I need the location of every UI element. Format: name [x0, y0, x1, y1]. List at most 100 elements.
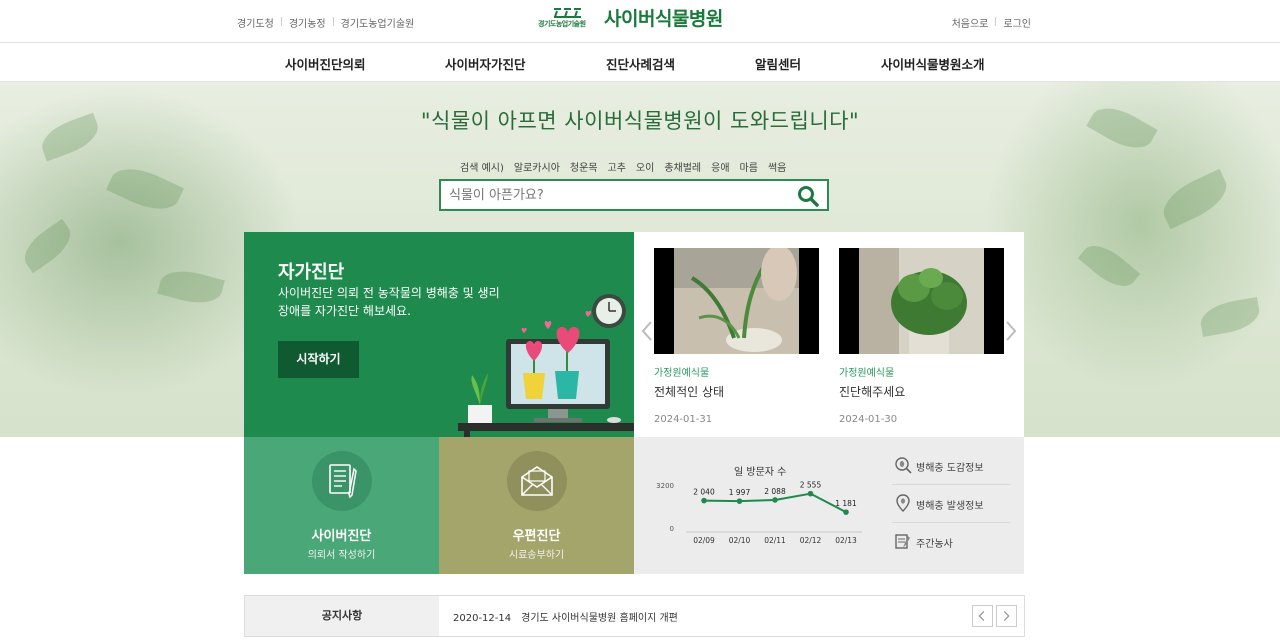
quick-link-pest-encyclopedia[interactable]: 병해충 도감정보 [892, 447, 1010, 485]
suggest-term[interactable]: 총채벌레 [664, 159, 701, 174]
suggest-term[interactable]: 알로카시아 [514, 159, 560, 174]
notebook-pen-icon [895, 534, 910, 549]
suggest-term[interactable]: 마름 [740, 159, 758, 174]
nav-case-search[interactable]: 진단사례검색 [606, 54, 675, 73]
map-pin-bug-icon [896, 494, 910, 512]
x-tick-label: 02/11 [764, 536, 786, 545]
login-link[interactable]: 로그인 [1003, 15, 1031, 30]
top-bar: 경기도청 경기농정 경기도농업기술원 경기도농업기술원 사이버식물병원 처음으로… [0, 0, 1280, 42]
chevron-left-icon [978, 611, 985, 621]
x-tick-label: 02/13 [835, 536, 857, 545]
quick-link-pest-occurrence[interactable]: 병해충 발생정보 [892, 485, 1010, 523]
background-leaf [1077, 236, 1141, 296]
plant-photo [859, 248, 984, 354]
top-links: 경기도청 경기농정 경기도농업기술원 [237, 15, 414, 30]
case-category: 가정원예식물 [654, 368, 710, 379]
tile-title: 우편진단 [512, 529, 561, 544]
case-card[interactable]: 가정원예식물 진단해주세요 2024-01-30 [839, 248, 1004, 425]
notice-next-button[interactable] [996, 605, 1017, 627]
search-icon[interactable] [797, 185, 819, 207]
data-point [736, 498, 743, 504]
link-gyeonggi-agri-policy[interactable]: 경기농정 [289, 15, 326, 30]
data-label: 1 181 [835, 499, 857, 508]
visitor-line-chart: 3200 0 2 040 02/09 1 997 02/10 2 088 02/11 2 555… [656, 481, 862, 545]
divider [332, 17, 334, 26]
case-title: 전체적인 상태 [654, 385, 725, 399]
nav-cyber-self-diagnosis[interactable]: 사이버자가진단 [445, 54, 526, 73]
background-leaf [1197, 297, 1263, 337]
suggest-term[interactable]: 썩음 [768, 159, 786, 174]
background-leaf [16, 218, 79, 274]
logo-mark-icon [554, 7, 581, 18]
data-label: 2 555 [800, 481, 822, 490]
x-tick-label: 02/12 [800, 536, 822, 545]
data-label: 2 040 [693, 488, 715, 497]
background-leaf [1156, 168, 1234, 230]
notice-title: 경기도 사이버식물병원 홈페이지 개편 [521, 613, 678, 624]
y-tick-label: 0 [670, 525, 674, 533]
self-diagnosis-title: 자가진단 [278, 262, 345, 283]
case-category: 가정원예식물 [839, 368, 895, 379]
notice-bar: 공지사항 2020-12-14 경기도 사이버식물병원 홈페이지 개편 [244, 595, 1025, 637]
plant-photo [674, 248, 799, 354]
y-tick-label: 3200 [656, 482, 674, 490]
suggest-term[interactable]: 오이 [636, 159, 654, 174]
site-title: 사이버식물병원 [604, 8, 723, 30]
data-point [807, 490, 814, 497]
nav-notice-center[interactable]: 알림센터 [755, 54, 801, 73]
quick-link-weekly-farming[interactable]: 주간농사 [892, 523, 1010, 561]
link-gyeonggi-province[interactable]: 경기도청 [237, 15, 274, 30]
suggest-term[interactable]: 고추 [608, 159, 626, 174]
case-card[interactable]: 가정원예식물 전체적인 상태 2024-01-31 [654, 248, 819, 425]
document-pen-icon [312, 451, 372, 511]
search-suggestions: 검색 예시) 알로카시아 청운목 고추 오이 총채벌레 응애 마름 썩음 [460, 159, 786, 174]
suggest-label: 검색 예시) [460, 163, 504, 174]
notice-item[interactable]: 2020-12-14 경기도 사이버식물병원 홈페이지 개편 [453, 609, 678, 624]
case-thumbnail [839, 248, 1004, 354]
quick-link-label: 병해충 도감정보 [916, 463, 984, 474]
data-point [701, 497, 707, 504]
logo-org-name: 경기도농업기술원 [538, 19, 586, 28]
quick-link-label: 병해충 발생정보 [916, 501, 984, 512]
main-nav: 사이버진단의뢰 사이버자가진단 진단사례검색 알림센터 사이버식물병원소개 [0, 42, 1280, 82]
search-box [439, 179, 829, 211]
self-diagnosis-panel: 자가진단 사이버진단 의뢰 전 농작물의 병해충 및 생리장애를 자가진단 해보… [244, 232, 634, 437]
x-tick-label: 02/09 [693, 536, 715, 545]
background-leaf [106, 158, 184, 220]
link-gyeonggi-agri-tech[interactable]: 경기도농업기술원 [341, 15, 415, 30]
notice-label: 공지사항 [245, 596, 439, 636]
chevron-right-icon[interactable] [1004, 320, 1018, 342]
chart-title: 일 방문자 수 [734, 467, 787, 478]
nav-cyber-diagnosis-request[interactable]: 사이버진단의뢰 [285, 54, 366, 73]
suggest-term[interactable]: 청운목 [570, 159, 598, 174]
chevron-left-icon[interactable] [640, 320, 654, 342]
start-self-diagnosis-button[interactable]: 시작하기 [278, 341, 359, 378]
site-logo[interactable]: 경기도농업기술원 사이버식물병원 [538, 4, 723, 31]
search-input[interactable] [441, 181, 781, 209]
case-date: 2024-01-31 [654, 414, 713, 425]
background-leaf [157, 264, 225, 310]
quick-link-label: 주간농사 [916, 539, 953, 550]
divider [995, 17, 997, 26]
divider [280, 17, 282, 26]
data-label: 2 088 [764, 487, 786, 496]
computer-plants-illustration [458, 294, 634, 437]
data-label: 1 997 [729, 488, 751, 497]
data-point [772, 497, 778, 503]
magnifier-bug-icon [895, 457, 912, 474]
case-thumbnail [654, 248, 819, 354]
x-tick-label: 02/10 [729, 536, 751, 545]
mail-diagnosis-tile[interactable]: 우편진단 시료송부하기 [439, 437, 634, 574]
chevron-right-icon [1003, 611, 1010, 621]
notice-prev-button[interactable] [972, 605, 993, 627]
home-link[interactable]: 처음으로 [952, 15, 989, 30]
cyber-diagnosis-tile[interactable]: 사이버진단 의뢰서 작성하기 [244, 437, 439, 574]
case-date: 2024-01-30 [839, 414, 898, 425]
notice-date: 2020-12-14 [453, 613, 512, 624]
logo-emblem: 경기도농업기술원 [538, 7, 598, 28]
nav-about[interactable]: 사이버식물병원소개 [881, 54, 985, 73]
tile-subtitle: 의뢰서 작성하기 [307, 550, 376, 561]
user-links: 처음으로 로그인 [952, 15, 1031, 30]
suggest-term[interactable]: 응애 [711, 159, 729, 174]
tile-title: 사이버진단 [311, 529, 372, 544]
